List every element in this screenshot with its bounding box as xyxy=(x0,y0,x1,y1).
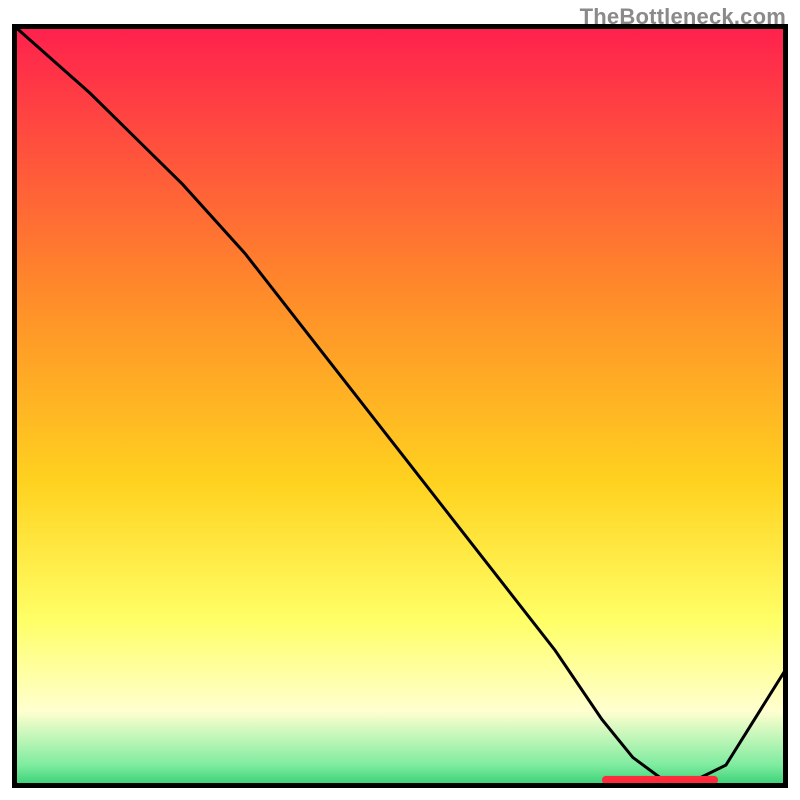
bottleneck-curve xyxy=(12,24,788,788)
plot-area xyxy=(12,24,788,788)
chart-container: TheBottleneck.com xyxy=(0,0,800,800)
optimal-marker xyxy=(602,776,718,784)
watermark-text: TheBottleneck.com xyxy=(580,4,786,30)
